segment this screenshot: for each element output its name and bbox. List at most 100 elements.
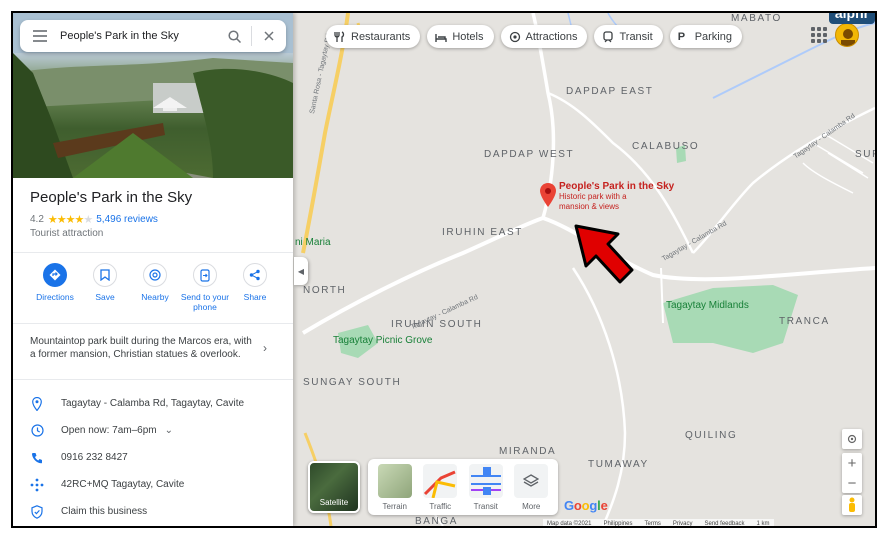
train-icon [602,30,614,43]
google-logo: Google [564,498,608,513]
location-pin-icon [13,396,61,411]
shield-icon [13,504,61,519]
clock-icon [13,424,61,437]
place-label-nimaria: ni Maria [295,237,331,248]
hours-row[interactable]: Open now: 7am–6pm ⌄ [13,417,293,444]
nearby-button[interactable]: Nearby [130,263,180,312]
map-pin-icon[interactable] [540,183,556,212]
place-label-tranca: TRANCA [779,316,830,327]
zoom-control: + − [842,453,862,493]
chip-restaurants[interactable]: Restaurants [326,25,421,48]
layer-traffic[interactable]: Traffic [421,464,459,515]
terms-link[interactable]: Terms [644,521,660,527]
terrain-icon [377,464,412,498]
pegman-button[interactable] [842,495,862,515]
layers-icon [514,464,549,498]
star-rating: ★★★★★ [47,214,93,226]
rating-row: 4.2 ★★★★★ 5,496 reviews [30,213,158,226]
avatar[interactable] [835,23,859,47]
action-buttons: Directions Save Nearby Send to your phon… [30,263,280,312]
parking-icon: P [677,30,686,43]
chip-transit[interactable]: Transit [594,25,663,48]
transit-icon [468,464,503,498]
zoom-out-button[interactable]: − [842,473,862,493]
place-label-quiling: QUILING [685,430,738,441]
satellite-toggle[interactable]: Satellite [308,461,360,513]
plus-code-icon [13,478,61,492]
place-label-tumaway: TUMAWAY [588,459,649,470]
restaurant-icon [334,30,346,43]
bookmark-icon [93,263,117,287]
place-label-iruhin-south: IRUHIN SOUTH [391,319,483,330]
place-label-calabuso: CALABUSO [632,141,700,152]
place-label-midlands: Tagaytay Midlands [666,300,749,311]
place-label-picnic-grove: Tagaytay Picnic Grove [333,335,433,346]
plus-code-row[interactable]: 42RC+MQ Tagaytay, Cavite [13,471,293,498]
camera-icon [509,31,521,43]
traffic-icon [423,464,458,498]
map-attribution: Map data ©2021 Philippines Terms Privacy… [543,519,774,527]
pin-subtitle: Historic park with a mansion & views [559,192,627,211]
phone-icon [13,452,61,464]
place-label-banga: BANGA [415,516,459,527]
place-title: People's Park in the Sky [30,189,193,206]
place-label-north: NORTH [303,285,347,296]
chevron-left-icon: ◀ [297,266,305,276]
claim-business-row[interactable]: Claim this business [13,498,293,525]
red-arrow-icon [574,224,634,284]
pin-title[interactable]: People's Park in the Sky [559,181,674,192]
directions-icon [43,263,67,287]
privacy-link[interactable]: Privacy [673,521,693,527]
place-category[interactable]: Tourist attraction [30,228,103,239]
close-icon[interactable] [252,31,286,41]
place-label-sungay-south: SUNGAY SOUTH [303,377,402,388]
collapse-panel-button[interactable]: ◀ [294,257,308,285]
layer-terrain[interactable]: Terrain [376,464,414,515]
zoom-in-button[interactable]: + [842,453,862,473]
layer-more[interactable]: More [512,464,550,515]
screenshot-frame: MABATO DAPDAP EAST DAPDAP WEST CALABUSO … [11,11,877,528]
rating-value: 4.2 [30,214,44,225]
my-location-button[interactable] [842,429,862,449]
place-panel: People's Park in the Sky People's Park i… [13,13,293,526]
search-input[interactable]: People's Park in the Sky [60,30,217,42]
chip-parking[interactable]: P Parking [669,25,742,48]
send-to-phone-icon [193,263,217,287]
place-label-dapdap-west: DAPDAP WEST [484,149,575,160]
chip-attractions[interactable]: Attractions [500,25,588,48]
chevron-down-icon[interactable]: ⌄ [165,425,173,436]
save-button[interactable]: Save [80,263,130,312]
place-label-mabato: MABATO [731,13,782,24]
scale-bar[interactable]: 1 km [757,521,770,527]
search-box[interactable]: People's Park in the Sky [20,20,286,52]
chip-hotels[interactable]: Hotels [427,25,494,48]
place-label-miranda: MIRANDA [499,446,557,457]
layers-panel: Terrain Traffic Transit More [368,459,558,515]
nearby-icon [143,263,167,287]
send-to-phone-button[interactable]: Send to your phone [180,263,230,312]
divider [13,379,293,380]
search-icon[interactable] [217,29,251,43]
category-chips: Restaurants Hotels Attractions Transit P… [326,25,742,48]
place-label-iruhin-east: IRUHIN EAST [442,227,523,238]
chevron-right-icon[interactable]: › [263,341,267,355]
place-label-sup: SUP [855,149,875,160]
place-description[interactable]: Mountaintop park built during the Marcos… [30,335,260,361]
divider [13,323,293,324]
send-feedback-link[interactable]: Send feedback [705,521,745,527]
address-row[interactable]: Tagaytay - Calamba Rd, Tagaytay, Cavite [13,390,293,417]
divider [13,252,293,253]
share-icon [243,263,267,287]
alphr-watermark: alphr [829,13,875,24]
pegman-icon [849,497,855,512]
layer-transit[interactable]: Transit [467,464,505,515]
menu-icon[interactable] [20,30,60,42]
hotel-icon [435,31,448,43]
crosshair-icon [847,434,857,444]
share-button[interactable]: Share [230,263,280,312]
directions-button[interactable]: Directions [30,263,80,312]
phone-row[interactable]: 0916 232 8427 [13,444,293,471]
reviews-link[interactable]: 5,496 reviews [96,214,158,225]
apps-grid-icon[interactable] [811,27,827,43]
place-label-dapdap-east: DAPDAP EAST [566,86,654,97]
